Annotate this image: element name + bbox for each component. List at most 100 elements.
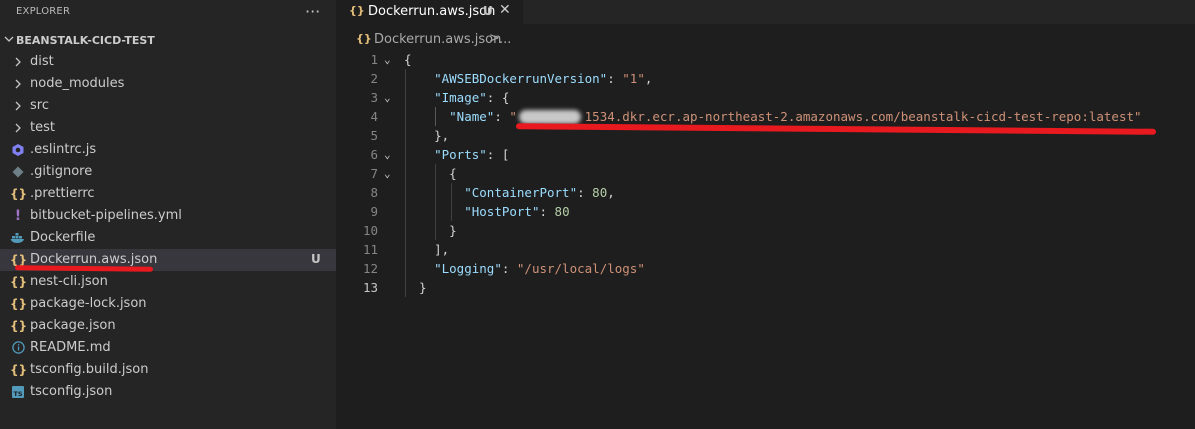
line-number: 11 [362, 242, 378, 257]
json-icon: {} [10, 187, 28, 201]
docker-icon [10, 230, 26, 246]
code-text: { [404, 52, 412, 67]
tree-item-src[interactable]: src [0, 95, 336, 117]
code-text: "ContainerPort": 80, [464, 185, 615, 200]
close-icon[interactable]: ✕ [499, 2, 511, 18]
line-number: 9 [370, 204, 378, 219]
tree-item-label: README.md [30, 340, 111, 355]
tree-item-readme[interactable]: README.md [0, 337, 336, 359]
eslint-icon [10, 142, 26, 158]
tree-item-label: dist [30, 54, 54, 69]
explorer-title: EXPLORER [16, 6, 71, 17]
code-text: } [404, 280, 427, 295]
yaml-icon: ! [14, 208, 22, 224]
tree-item-label: tsconfig.json [30, 384, 113, 399]
tab-dockerrun-aws-json[interactable]: {} Dockerrun.aws.json U ✕ [336, 0, 523, 24]
workspace-folder-name: BEANSTALK-CICD-TEST [16, 34, 155, 47]
fold-chevron-icon[interactable]: ⌄ [384, 145, 391, 164]
line-number: 4 [370, 109, 378, 124]
code-line: 2 "AWSEBDockerrunVersion": "1", [336, 69, 1195, 88]
tree-item-tsconfig-build[interactable]: {} tsconfig.build.json [0, 359, 336, 381]
tree-item-gitignore[interactable]: .gitignore [0, 161, 336, 183]
line-number: 8 [370, 185, 378, 200]
chevron-right-icon [10, 120, 26, 136]
code-line: 12 "Logging": "/usr/local/logs" [336, 259, 1195, 278]
code-text: "Logging": "/usr/local/logs" [434, 261, 645, 276]
workspace-folder-header[interactable]: BEANSTALK-CICD-TEST [0, 30, 336, 52]
code-line: 13 } [336, 278, 1195, 297]
code-line: 1 ⌄ { [336, 50, 1195, 69]
svg-text:TS: TS [13, 390, 22, 398]
json-icon: {} [10, 319, 28, 333]
tab-status-badge: U [483, 4, 493, 18]
more-actions-icon[interactable]: ··· [305, 0, 320, 24]
tree-item-label: tsconfig.build.json [30, 362, 149, 377]
breadcrumb-more[interactable]: ... [499, 32, 511, 47]
typescript-icon: TS [10, 384, 26, 400]
tab-label: Dockerrun.aws.json [368, 4, 496, 19]
tree-item-label: package-lock.json [30, 296, 147, 311]
code-line: 3 ⌄ "Image": { [336, 88, 1195, 107]
line-number: 13 [362, 280, 378, 295]
code-line: 11 ], [336, 240, 1195, 259]
code-line: 4 "Name": " 1534.dkr.ecr.ap-northeast-2.… [336, 107, 1195, 126]
explorer-sidebar: EXPLORER ··· BEANSTALK-CICD-TEST dist no… [0, 0, 336, 429]
json-icon: {} [356, 32, 372, 45]
tree-item-prettierrc[interactable]: {} .prettierrc [0, 183, 336, 205]
fold-chevron-icon[interactable]: ⌄ [384, 164, 391, 183]
tree-item-label: node_modules [30, 76, 125, 91]
untracked-badge: U [311, 252, 321, 266]
tree-item-eslintrc[interactable]: .eslintrc.js [0, 139, 336, 161]
line-number: 5 [370, 128, 378, 143]
line-number: 2 [370, 71, 378, 86]
code-text: "Ports": [ [434, 147, 510, 162]
tree-item-label: bitbucket-pipelines.yml [30, 208, 182, 223]
tree-item-package-lock[interactable]: {} package-lock.json [0, 293, 336, 315]
editor-tab-bar: {} Dockerrun.aws.json U ✕ [336, 0, 1195, 24]
tree-item-dockerfile[interactable]: Dockerfile [0, 227, 336, 249]
code-line: 6 ⌄ "Ports": [ [336, 145, 1195, 164]
code-text: { [404, 166, 457, 181]
code-editor[interactable]: 1 ⌄ { 2 "AWSEBDockerrunVersion": "1", 3 … [336, 50, 1195, 429]
chevron-right-icon [10, 54, 26, 70]
git-icon [10, 164, 26, 180]
code-text: "AWSEBDockerrunVersion": "1", [434, 71, 653, 86]
redacted-region [519, 110, 581, 124]
line-number: 6 [370, 147, 378, 162]
tree-item-test[interactable]: test [0, 117, 336, 139]
tree-item-label: src [30, 98, 49, 113]
line-number: 1 [370, 52, 378, 67]
tree-item-label: Dockerfile [30, 230, 96, 245]
code-text: "Image": { [434, 90, 510, 105]
breadcrumb-file[interactable]: Dockerrun.aws.json [374, 32, 501, 47]
code-line: 9 "HostPort": 80 [336, 202, 1195, 221]
tree-item-label: .eslintrc.js [30, 142, 97, 157]
json-icon: {} [10, 275, 28, 289]
tree-item-tsconfig[interactable]: TS tsconfig.json [0, 381, 336, 403]
tree-item-label: test [30, 120, 55, 135]
line-number: 7 [370, 166, 378, 181]
tree-item-package-json[interactable]: {} package.json [0, 315, 336, 337]
tree-item-node-modules[interactable]: node_modules [0, 73, 336, 95]
code-text: "HostPort": 80 [464, 204, 570, 219]
chevron-right-icon [10, 98, 26, 114]
breadcrumb: {} Dockerrun.aws.json > ... [336, 30, 1195, 50]
tree-item-dist[interactable]: dist [0, 51, 336, 73]
json-icon: {} [10, 297, 28, 311]
fold-chevron-icon[interactable]: ⌄ [384, 88, 391, 107]
tree-item-nest-cli[interactable]: {} nest-cli.json [0, 271, 336, 293]
tree-item-label: .prettierrc [30, 186, 95, 201]
line-number: 3 [370, 90, 378, 105]
line-number: 10 [362, 223, 378, 238]
tree-item-label: .gitignore [30, 164, 93, 179]
json-icon: {} [349, 4, 365, 17]
tree-item-bitbucket-pipelines[interactable]: ! bitbucket-pipelines.yml [0, 205, 336, 227]
code-line: 10 } [336, 221, 1195, 240]
code-text: } [404, 223, 457, 238]
info-icon [10, 340, 26, 356]
code-text: "Name": " 1534.dkr.ecr.ap-northeast-2.am… [449, 109, 1142, 124]
fold-chevron-icon[interactable]: ⌄ [384, 50, 391, 69]
chevron-down-icon [4, 36, 14, 42]
tree-item-label: nest-cli.json [30, 274, 108, 289]
chevron-right-icon [10, 76, 26, 92]
